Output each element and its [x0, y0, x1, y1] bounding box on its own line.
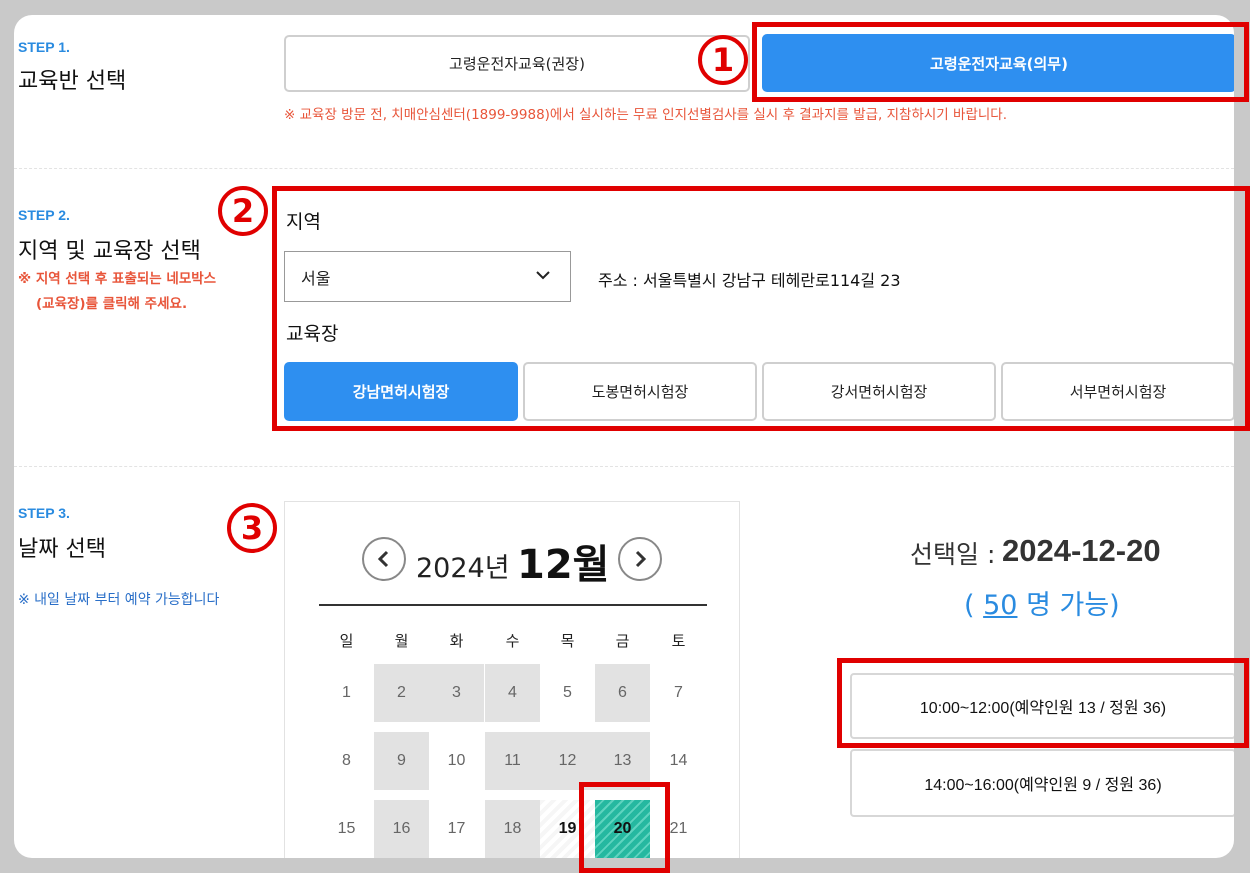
calendar-day: 15 — [337, 820, 356, 837]
step1-title: 교육반 선택 — [18, 69, 127, 94]
calendar-day[interactable]: 16 — [374, 800, 429, 858]
weekday-label: 목 — [560, 632, 575, 650]
timeslot-afternoon[interactable]: 14:00~16:00(예약인원 9 / 정원 36) — [850, 749, 1234, 817]
next-month-button[interactable] — [618, 537, 662, 581]
calendar-day: 21 — [669, 820, 688, 837]
capacity-info: ( 50 명 가능) — [964, 583, 1120, 622]
step3-label: STEP 3. — [18, 505, 70, 521]
chevron-left-icon — [377, 550, 389, 568]
weekday-label: 월 — [394, 632, 409, 650]
step1-label: STEP 1. — [18, 39, 70, 55]
course-option-recommended[interactable]: 고령운전자교육(권장) — [284, 35, 750, 92]
annotation-marker-1: 1 — [698, 35, 748, 85]
annotation-marker-2: 2 — [218, 186, 268, 236]
calendar-day: 8 — [342, 752, 351, 769]
chevron-right-icon — [635, 550, 647, 568]
center-dobong[interactable]: 도봉면허시험장 — [523, 362, 757, 421]
center-label: 교육장 — [286, 323, 339, 345]
calendar-day: 1 — [342, 684, 351, 701]
weekday-label: 화 — [449, 632, 464, 650]
calendar-day[interactable]: 9 — [374, 732, 429, 790]
course-option-mandatory[interactable]: 고령운전자교육(의무) — [762, 34, 1234, 92]
calendar-day: 14 — [669, 752, 688, 769]
weekday-label: 금 — [615, 632, 630, 650]
calendar-day[interactable]: 3 — [429, 664, 484, 722]
weekday-label: 일 — [339, 632, 354, 650]
step3-notice: ※ 내일 날짜 부터 예약 가능합니다 — [18, 592, 220, 608]
region-select-value: 서울 — [301, 268, 331, 288]
center-address: 주소 : 서울특별시 강남구 테헤란로114길 23 — [598, 271, 901, 290]
step2-notice-line1: ※ 지역 선택 후 표출되는 네모박스 — [18, 271, 217, 287]
center-gangnam[interactable]: 강남면허시험장 — [284, 362, 518, 421]
calendar-day: 10 — [447, 752, 466, 769]
step2-notice-line2: (교육장)를 클릭해 주세요. — [36, 296, 188, 312]
calendar-day[interactable]: 4 — [485, 664, 540, 722]
calendar-day[interactable]: 12 — [540, 732, 595, 790]
center-gangseo[interactable]: 강서면허시험장 — [762, 362, 996, 421]
selected-date-label: 선택일 : — [910, 540, 996, 569]
weekday-label: 수 — [505, 632, 520, 650]
capacity-prefix: ( — [964, 590, 984, 621]
region-select[interactable]: 서울 — [284, 251, 571, 302]
calendar-day: 19 — [540, 800, 595, 858]
step2-label: STEP 2. — [18, 207, 70, 223]
reservation-form: STEP 1. 교육반 선택 고령운전자교육(권장) 고령운전자교육(의무) ※… — [14, 15, 1234, 858]
calendar-day: 5 — [563, 684, 572, 701]
step3-title: 날짜 선택 — [18, 537, 106, 562]
calendar-day-selected[interactable]: 20 — [595, 800, 650, 858]
calendar: 2024년 12월 일월화수목금토 1 2 3 4 5 6 7 8 9 10 11 12 13 14 15 1… — [284, 501, 740, 858]
calendar-month: 12월 — [517, 542, 610, 588]
step1-notice: ※ 교육장 방문 전, 치매안심센터(1899-9988)에서 실시하는 무료 … — [284, 107, 1007, 123]
section-divider — [14, 466, 1234, 467]
calendar-day[interactable]: 11 — [485, 732, 540, 790]
selected-date-value: 2024-12-20 — [1002, 533, 1161, 568]
center-seobu[interactable]: 서부면허시험장 — [1001, 362, 1234, 421]
calendar-day: 7 — [674, 684, 683, 701]
prev-month-button[interactable] — [362, 537, 406, 581]
capacity-suffix: 명 가능) — [1017, 590, 1120, 621]
section-divider — [14, 168, 1234, 169]
step2-title: 지역 및 교육장 선택 — [18, 239, 201, 264]
region-label: 지역 — [286, 211, 321, 233]
calendar-day[interactable]: 2 — [374, 664, 429, 722]
capacity-count: 50 — [983, 590, 1018, 621]
chevron-down-icon — [536, 271, 550, 280]
annotation-marker-3: 3 — [227, 503, 277, 553]
weekday-label: 토 — [671, 632, 686, 650]
calendar-day[interactable]: 13 — [595, 732, 650, 790]
calendar-header-rule — [319, 604, 707, 606]
calendar-day: 17 — [447, 820, 466, 837]
calendar-day[interactable]: 6 — [595, 664, 650, 722]
calendar-year: 2024년 — [416, 553, 510, 584]
timeslot-morning[interactable]: 10:00~12:00(예약인원 13 / 정원 36) — [850, 673, 1234, 739]
calendar-day[interactable]: 18 — [485, 800, 540, 858]
